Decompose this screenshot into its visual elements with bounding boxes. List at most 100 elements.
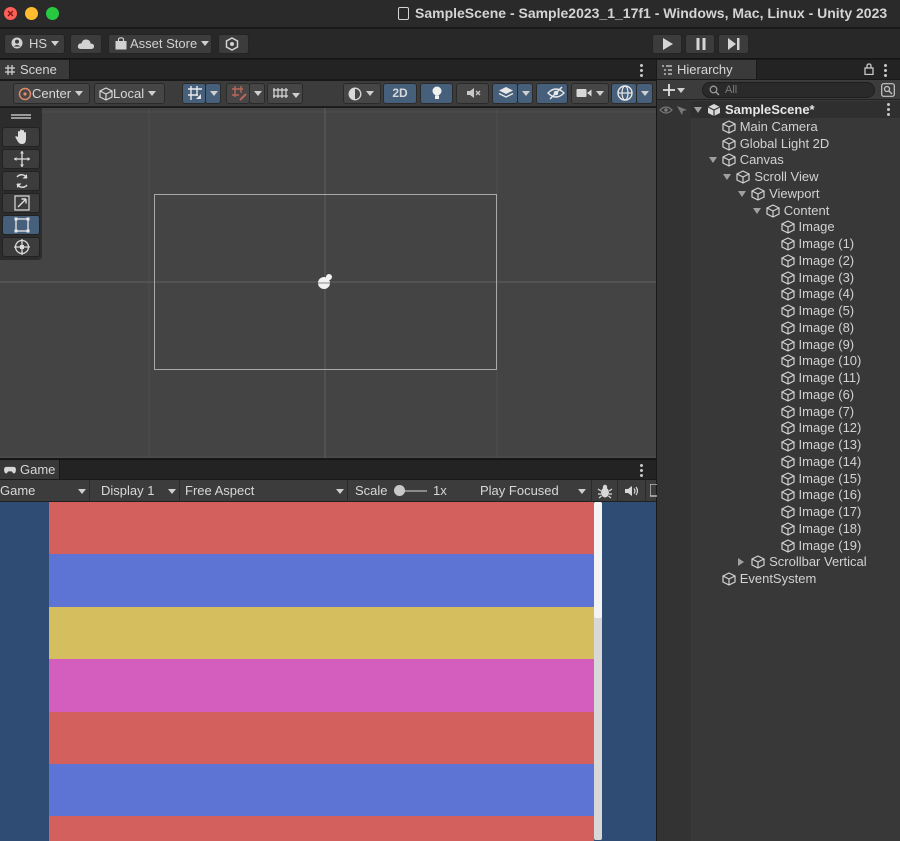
scene-audio-toggle[interactable] <box>456 83 489 104</box>
cloud-button[interactable] <box>70 34 102 54</box>
hierarchy-item[interactable]: Scrollbar Vertical <box>751 553 867 570</box>
hierarchy-item[interactable]: Image (4) <box>780 285 854 302</box>
minimize-window-icon[interactable] <box>25 7 38 20</box>
scene-lighting-toggle[interactable] <box>420 83 453 104</box>
hierarchy-item[interactable]: Main Camera <box>722 118 818 135</box>
hierarchy-item[interactable]: Image (1) <box>780 235 854 252</box>
fold-collapsed-icon[interactable] <box>738 557 745 566</box>
content-image-stripe <box>49 711 594 764</box>
scene-camera-dropdown[interactable] <box>571 83 609 104</box>
hierarchy-item[interactable]: Image (3) <box>780 269 854 286</box>
scene-visibility-eye-icon[interactable] <box>659 105 673 115</box>
hierarchy-item[interactable]: Image (9) <box>780 336 854 353</box>
debug-toggle[interactable] <box>592 480 618 502</box>
scale-slider-thumb[interactable] <box>394 485 405 496</box>
grid-snapping-dropdown[interactable] <box>205 83 221 104</box>
hierarchy-item[interactable]: Viewport <box>751 185 819 202</box>
draw-mode-dropdown[interactable] <box>343 83 381 104</box>
gizmos-dropdown[interactable] <box>636 83 653 104</box>
account-dropdown[interactable]: HS <box>4 34 65 54</box>
game-menu-icon[interactable] <box>640 464 644 478</box>
tools-drag-handle[interactable] <box>11 114 31 119</box>
hierarchy-item[interactable]: Canvas <box>722 151 784 168</box>
close-window-icon[interactable] <box>4 7 17 20</box>
transform-tool-button[interactable] <box>2 237 40 257</box>
hierarchy-item[interactable]: Image (6) <box>780 386 854 403</box>
rect-tool-button[interactable] <box>2 215 40 235</box>
hierarchy-search-input[interactable]: All <box>702 82 875 98</box>
tab-game[interactable]: Game <box>0 460 60 479</box>
hierarchy-item[interactable]: Image (10) <box>780 352 861 369</box>
game-viewport[interactable] <box>0 502 656 841</box>
tab-hierarchy[interactable]: Hierarchy <box>657 60 757 79</box>
scene-visibility-toggle[interactable] <box>536 83 568 104</box>
hierarchy-item[interactable]: Scroll View <box>736 168 818 185</box>
hierarchy-item[interactable]: EventSystem <box>722 570 816 587</box>
fold-expanded-icon[interactable] <box>723 174 732 180</box>
gameobject-cube-icon <box>780 253 799 268</box>
scene-viewport[interactable] <box>0 108 656 458</box>
rotate-tool-button[interactable] <box>2 171 40 191</box>
maximize-window-icon[interactable] <box>46 7 59 20</box>
hierarchy-item[interactable]: Image (12) <box>780 419 861 436</box>
hand-icon <box>15 129 26 144</box>
play-button[interactable] <box>652 34 682 54</box>
hierarchy-item[interactable]: Image (13) <box>780 436 861 453</box>
scene-pickability-hand-icon[interactable] <box>676 104 688 116</box>
fold-expanded-icon[interactable] <box>752 207 761 214</box>
hierarchy-menu-icon[interactable] <box>884 64 888 78</box>
version-control-button[interactable] <box>218 34 249 54</box>
lock-icon[interactable] <box>864 63 874 75</box>
increment-snap-icon <box>232 86 247 101</box>
move-tool-button[interactable] <box>2 149 40 169</box>
mute-audio-toggle[interactable] <box>618 480 646 502</box>
aspect-select[interactable]: Free Aspect <box>180 480 348 502</box>
hierarchy-item[interactable]: Image (16) <box>780 486 861 503</box>
hierarchy-item[interactable]: Image (7) <box>780 403 854 420</box>
tab-scene[interactable]: Scene <box>0 60 70 79</box>
create-dropdown[interactable] <box>663 82 691 98</box>
hierarchy-item[interactable]: Image (11) <box>780 369 860 386</box>
fold-expanded-icon[interactable] <box>694 107 702 113</box>
fold-expanded-icon[interactable] <box>738 190 747 197</box>
hierarchy-item[interactable]: Image (2) <box>780 252 854 269</box>
hierarchy-item[interactable]: Image (18) <box>780 520 861 537</box>
increment-snap-toggle[interactable] <box>226 83 250 104</box>
scene-menu-icon[interactable] <box>640 64 644 78</box>
display-select[interactable]: Display 1 <box>94 480 180 502</box>
chevron-down-icon <box>148 91 157 96</box>
hierarchy-item[interactable]: Image (15) <box>780 470 861 487</box>
step-button[interactable] <box>718 34 749 54</box>
space-mode-dropdown[interactable]: Local <box>94 83 165 104</box>
game-view-select[interactable]: Game <box>0 480 90 502</box>
hierarchy-item[interactable]: Global Light 2D <box>722 135 829 152</box>
hierarchy-item-label: Content <box>783 202 830 218</box>
pivot-mode-dropdown[interactable]: Center <box>13 83 90 104</box>
hierarchy-item[interactable]: Image (17) <box>780 503 861 520</box>
hierarchy-item[interactable]: Image (5) <box>780 302 854 319</box>
hierarchy-item[interactable]: Image (14) <box>780 453 861 470</box>
scene-row-menu-icon[interactable] <box>887 103 891 117</box>
asset-store-dropdown[interactable]: Asset Store <box>108 34 212 54</box>
scene-fx-dropdown[interactable] <box>517 83 533 104</box>
increment-snap-dropdown[interactable] <box>249 83 265 104</box>
play-mode-select[interactable]: Play Focused <box>474 480 592 502</box>
grid-snapping-toggle[interactable] <box>182 83 206 104</box>
scene-fx-toggle[interactable] <box>492 83 518 104</box>
scrollbar-handle[interactable] <box>594 502 602 618</box>
grid-visibility-dropdown[interactable] <box>267 83 303 104</box>
hand-tool-button[interactable] <box>2 127 40 147</box>
hierarchy-item[interactable]: Image <box>780 218 835 235</box>
hierarchy-item[interactable]: Content <box>766 202 830 219</box>
scale-tool-button[interactable] <box>2 193 40 213</box>
2d-mode-toggle[interactable]: 2D <box>383 83 417 104</box>
hierarchy-item[interactable]: Image (8) <box>780 319 854 336</box>
scrollbar-vertical[interactable] <box>594 502 602 840</box>
stats-toggle[interactable] <box>646 480 659 502</box>
hierarchy-item[interactable]: Image (19) <box>780 537 861 554</box>
pause-button[interactable] <box>685 34 715 54</box>
search-by-type-icon[interactable] <box>881 83 895 97</box>
fold-expanded-icon[interactable] <box>708 157 717 164</box>
hierarchy-scene-row[interactable]: SampleScene* <box>707 101 815 118</box>
gizmos-toggle[interactable] <box>611 83 637 104</box>
